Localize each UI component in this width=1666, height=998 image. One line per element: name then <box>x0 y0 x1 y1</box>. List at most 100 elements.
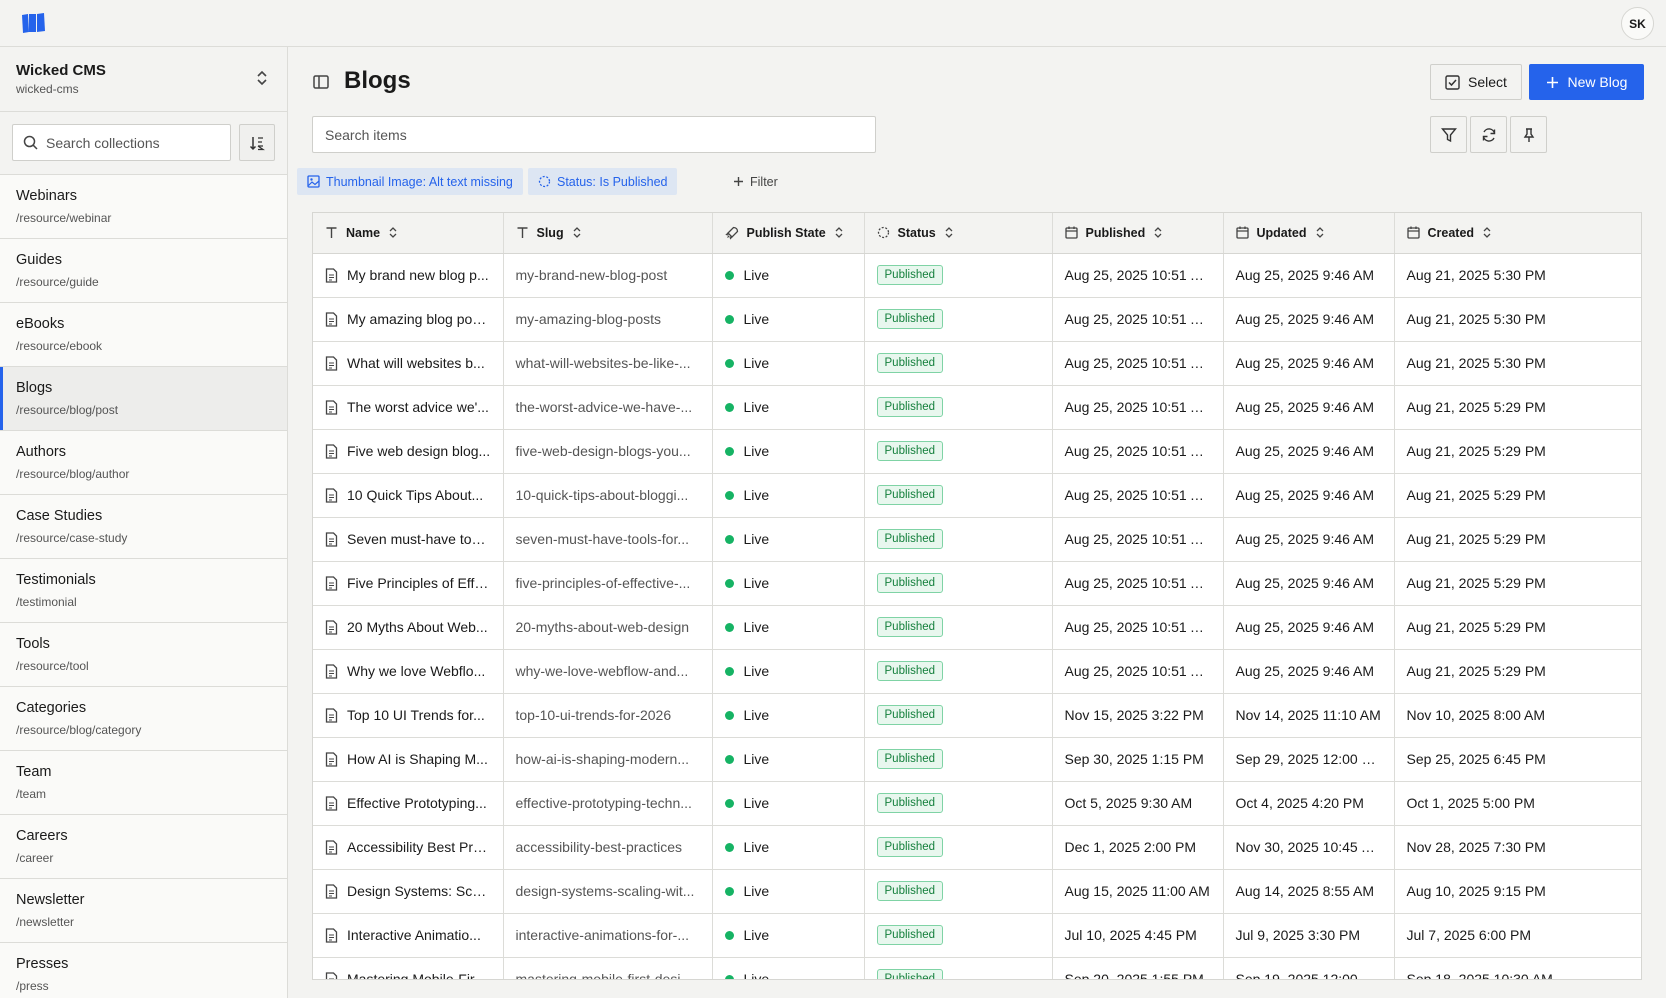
cell-name[interactable]: My brand new blog p... <box>313 253 504 298</box>
cell-name[interactable]: The worst advice we'... <box>313 385 504 430</box>
collection-path: /resource/tool <box>16 659 89 673</box>
column-header-slug[interactable]: Slug <box>503 213 713 254</box>
sort-chevrons-icon[interactable] <box>1153 226 1163 239</box>
workspace-switcher[interactable]: Wicked CMS wicked-cms <box>0 47 287 112</box>
sidebar-item-webinars[interactable]: Webinars/resource/webinar <box>0 175 287 239</box>
column-header-published[interactable]: Published <box>1052 213 1224 254</box>
user-avatar[interactable]: SK <box>1621 7 1654 40</box>
live-status-dot <box>724 930 734 940</box>
row-name: Five web design blog... <box>347 443 491 459</box>
collection-name: Authors <box>16 444 66 460</box>
column-header-status[interactable]: Status <box>864 213 1053 254</box>
row-name: Design Systems: Scal... <box>347 883 491 899</box>
filter-chip-status[interactable]: Status: Is Published <box>528 168 678 195</box>
table-row[interactable]: Five Principles of Effe... five-principle… <box>313 561 1641 606</box>
sidebar-item-newsletter[interactable]: Newsletter/newsletter <box>0 879 287 943</box>
refresh-button[interactable] <box>1470 116 1507 153</box>
new-blog-button[interactable]: New Blog <box>1529 64 1644 100</box>
sidebar-item-team[interactable]: Team/team <box>0 751 287 815</box>
sidebar-item-authors[interactable]: Authors/resource/blog/author <box>0 431 287 495</box>
search-items-input[interactable]: Search items <box>312 116 876 153</box>
sort-chevrons-icon[interactable] <box>834 226 844 239</box>
table-row[interactable]: How AI is Shaping M... how-ai-is-shaping-… <box>313 737 1641 782</box>
cell-name[interactable]: 10 Quick Tips About... <box>313 473 504 518</box>
cell-name[interactable]: Interactive Animatio... <box>313 913 504 958</box>
cell-slug: what-will-websites-be-like-... <box>503 341 713 386</box>
table-row[interactable]: Effective Prototyping... effective-protot… <box>313 781 1641 826</box>
table-row[interactable]: Mastering Mobile-Fir... mastering-mobile-… <box>313 957 1641 979</box>
table-row[interactable]: Why we love Webflo... why-we-love-webflow… <box>313 649 1641 694</box>
table-row[interactable]: 10 Quick Tips About... 10-quick-tips-abou… <box>313 473 1641 518</box>
cell-name[interactable]: Top 10 UI Trends for... <box>313 693 504 738</box>
sort-chevrons-icon[interactable] <box>1315 226 1325 239</box>
table-row[interactable]: Accessibility Best Pra... accessibility-b… <box>313 825 1641 870</box>
cell-created: Sep 25, 2025 6:45 PM <box>1394 737 1641 782</box>
select-button[interactable]: Select <box>1430 64 1522 100</box>
cell-name[interactable]: Mastering Mobile-Fir... <box>313 957 504 979</box>
live-status-dot <box>724 490 734 500</box>
cell-updated: Nov 30, 2025 10:45 AM <box>1223 825 1395 870</box>
cell-name[interactable]: Design Systems: Scal... <box>313 869 504 914</box>
toggle-sidebar-icon[interactable] <box>313 74 329 90</box>
table-row[interactable]: Interactive Animatio... interactive-anima… <box>313 913 1641 958</box>
table-row[interactable]: Five web design blog... five-web-design-b… <box>313 429 1641 474</box>
cell-name[interactable]: Accessibility Best Pra... <box>313 825 504 870</box>
cell-name[interactable]: Five Principles of Effe... <box>313 561 504 606</box>
sort-chevrons-icon[interactable] <box>944 226 954 239</box>
column-header-updated[interactable]: Updated <box>1223 213 1395 254</box>
sidebar-item-case-studies[interactable]: Case Studies/resource/case-study <box>0 495 287 559</box>
collection-name: Webinars <box>16 188 77 204</box>
sidebar-item-presses[interactable]: Presses/press <box>0 943 287 998</box>
sidebar-item-careers[interactable]: Careers/career <box>0 815 287 879</box>
sidebar-item-tools[interactable]: Tools/resource/tool <box>0 623 287 687</box>
cell-name[interactable]: Five web design blog... <box>313 429 504 474</box>
sort-collections-button[interactable] <box>239 124 275 161</box>
cell-name[interactable]: Seven must-have too... <box>313 517 504 562</box>
search-collections-input[interactable]: Search collections <box>12 124 231 161</box>
cell-name[interactable]: Why we love Webflo... <box>313 649 504 694</box>
cell-name[interactable]: 20 Myths About Web... <box>313 605 504 650</box>
publish-state-label: Live <box>743 927 770 943</box>
table-row[interactable]: 20 Myths About Web... 20-myths-about-web-… <box>313 605 1641 650</box>
filter-chip-alt-text[interactable]: Thumbnail Image: Alt text missing <box>297 168 523 195</box>
text-icon <box>516 226 529 239</box>
table-row[interactable]: Seven must-have too... seven-must-have-to… <box>313 517 1641 562</box>
sidebar-item-blogs[interactable]: Blogs/resource/blog/post <box>0 367 287 431</box>
table-row[interactable]: What will websites b... what-will-website… <box>313 341 1641 386</box>
table-row[interactable]: Top 10 UI Trends for... top-10-ui-trends-… <box>313 693 1641 738</box>
row-name: Top 10 UI Trends for... <box>347 707 485 723</box>
cell-name[interactable]: My amazing blog pos... <box>313 297 504 342</box>
sort-chevrons-icon[interactable] <box>388 226 398 239</box>
table-row[interactable]: The worst advice we'... the-worst-advice-… <box>313 385 1641 430</box>
collection-name: Testimonials <box>16 572 96 588</box>
table-row[interactable]: My brand new blog p... my-brand-new-blog-… <box>313 253 1641 298</box>
sidebar-item-guides[interactable]: Guides/resource/guide <box>0 239 287 303</box>
sidebar-item-testimonials[interactable]: Testimonials/testimonial <box>0 559 287 623</box>
app-logo-icon[interactable] <box>20 12 48 34</box>
cell-name[interactable]: What will websites b... <box>313 341 504 386</box>
collection-name: Careers <box>16 828 68 844</box>
sidebar-item-categories[interactable]: Categories/resource/blog/category <box>0 687 287 751</box>
cell-name[interactable]: Effective Prototyping... <box>313 781 504 826</box>
column-header-created[interactable]: Created <box>1394 213 1641 254</box>
add-filter-button[interactable]: Filter <box>733 168 778 195</box>
sidebar-item-ebooks[interactable]: eBooks/resource/ebook <box>0 303 287 367</box>
search-items-placeholder: Search items <box>325 126 407 143</box>
cell-published: Aug 25, 2025 10:51 AM <box>1052 473 1224 518</box>
document-icon <box>325 795 338 811</box>
cell-name[interactable]: How AI is Shaping M... <box>313 737 504 782</box>
column-header-publish-state[interactable]: Publish State <box>712 213 865 254</box>
sort-chevrons-icon[interactable] <box>572 226 582 239</box>
table-row[interactable]: Design Systems: Scal... design-systems-sc… <box>313 869 1641 914</box>
cell-updated: Aug 25, 2025 9:46 AM <box>1223 561 1395 606</box>
table-row[interactable]: My amazing blog pos... my-amazing-blog-po… <box>313 297 1641 342</box>
cell-publish-state: Live <box>712 825 865 870</box>
cell-published: Dec 1, 2025 2:00 PM <box>1052 825 1224 870</box>
collection-name: Presses <box>16 956 69 972</box>
cell-publish-state: Live <box>712 297 865 342</box>
live-status-dot <box>724 314 734 324</box>
filter-button[interactable] <box>1430 116 1467 153</box>
pin-button[interactable] <box>1510 116 1547 153</box>
column-header-name[interactable]: Name <box>313 213 504 254</box>
sort-chevrons-icon[interactable] <box>1482 226 1492 239</box>
